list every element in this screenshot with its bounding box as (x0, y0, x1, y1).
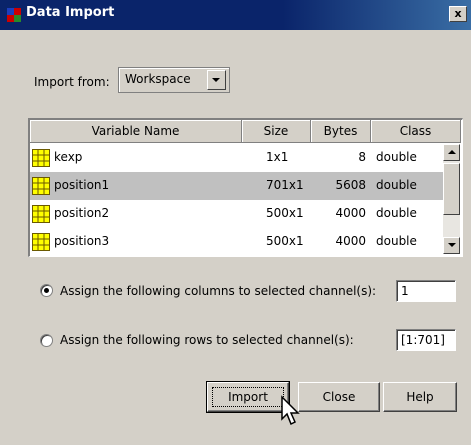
variable-name: kexp (54, 150, 83, 164)
vertical-scrollbar[interactable] (443, 144, 460, 254)
help-button[interactable]: Help (383, 382, 457, 412)
variable-class: double (376, 150, 417, 164)
chevron-down-icon (212, 78, 220, 82)
variable-bytes: 4000 (335, 234, 366, 248)
matrix-variable-icon (32, 177, 50, 195)
assign-columns-radio[interactable] (40, 284, 53, 297)
variable-name: position2 (54, 206, 110, 220)
scroll-down-button[interactable] (443, 237, 460, 254)
import-button[interactable]: Import (206, 381, 290, 413)
import-from-label: Import from: (34, 75, 110, 89)
data-import-dialog: Data Import x Import from: Workspace Var… (0, 0, 471, 445)
matrix-variable-icon (32, 149, 50, 167)
variables-table[interactable]: Variable Name Size Bytes Class kexp 1x1 … (28, 118, 463, 257)
assign-rows-radio[interactable] (40, 334, 53, 347)
variable-class: double (376, 178, 417, 192)
window-close-button[interactable]: x (449, 6, 467, 22)
variable-bytes: 4000 (335, 206, 366, 220)
table-row[interactable]: kexp 1x1 8 double (30, 144, 443, 172)
arrow-down-icon (448, 243, 456, 247)
assign-rows-label: Assign the following rows to selected ch… (60, 333, 354, 347)
variable-size: 500x1 (266, 234, 304, 248)
dropdown-button[interactable] (207, 70, 226, 90)
variable-bytes: 5608 (335, 178, 366, 192)
assign-columns-label: Assign the following columns to selected… (60, 284, 377, 298)
variable-size: 500x1 (266, 206, 304, 220)
matrix-variable-icon (32, 233, 50, 251)
mouse-cursor-icon (281, 395, 300, 426)
table-row-selected[interactable]: position1 701x1 5608 double (30, 172, 443, 200)
matrix-variable-icon (32, 205, 50, 223)
close-button[interactable]: Close (298, 382, 380, 412)
import-from-value: Workspace (125, 72, 191, 86)
table-row[interactable]: position3 500x1 4000 double (30, 228, 443, 256)
column-header-variable-name[interactable]: Variable Name (30, 120, 242, 143)
variable-bytes: 8 (358, 150, 366, 164)
focus-rectangle (212, 387, 284, 407)
window-title: Data Import (26, 5, 115, 20)
arrow-up-icon (448, 150, 456, 154)
app-icon (7, 8, 21, 22)
column-header-size[interactable]: Size (242, 120, 311, 143)
variable-class: double (376, 206, 417, 220)
table-row[interactable]: position2 500x1 4000 double (30, 200, 443, 228)
variable-size: 1x1 (266, 150, 289, 164)
radio-selected-dot (44, 288, 49, 293)
variable-name: position3 (54, 234, 110, 248)
title-bar[interactable]: Data Import x (0, 0, 471, 30)
import-from-dropdown[interactable]: Workspace (118, 67, 230, 93)
rows-channel-value: [1:701] (401, 333, 445, 347)
columns-channel-input[interactable]: 1 (396, 280, 456, 302)
column-header-bytes[interactable]: Bytes (311, 120, 371, 143)
column-header-class[interactable]: Class (371, 120, 461, 143)
variable-size: 701x1 (266, 178, 304, 192)
variable-class: double (376, 234, 417, 248)
variable-name: position1 (54, 178, 110, 192)
columns-channel-value: 1 (401, 284, 409, 298)
rows-channel-input[interactable]: [1:701] (396, 329, 456, 351)
scroll-thumb[interactable] (443, 163, 460, 215)
scroll-up-button[interactable] (443, 144, 460, 161)
